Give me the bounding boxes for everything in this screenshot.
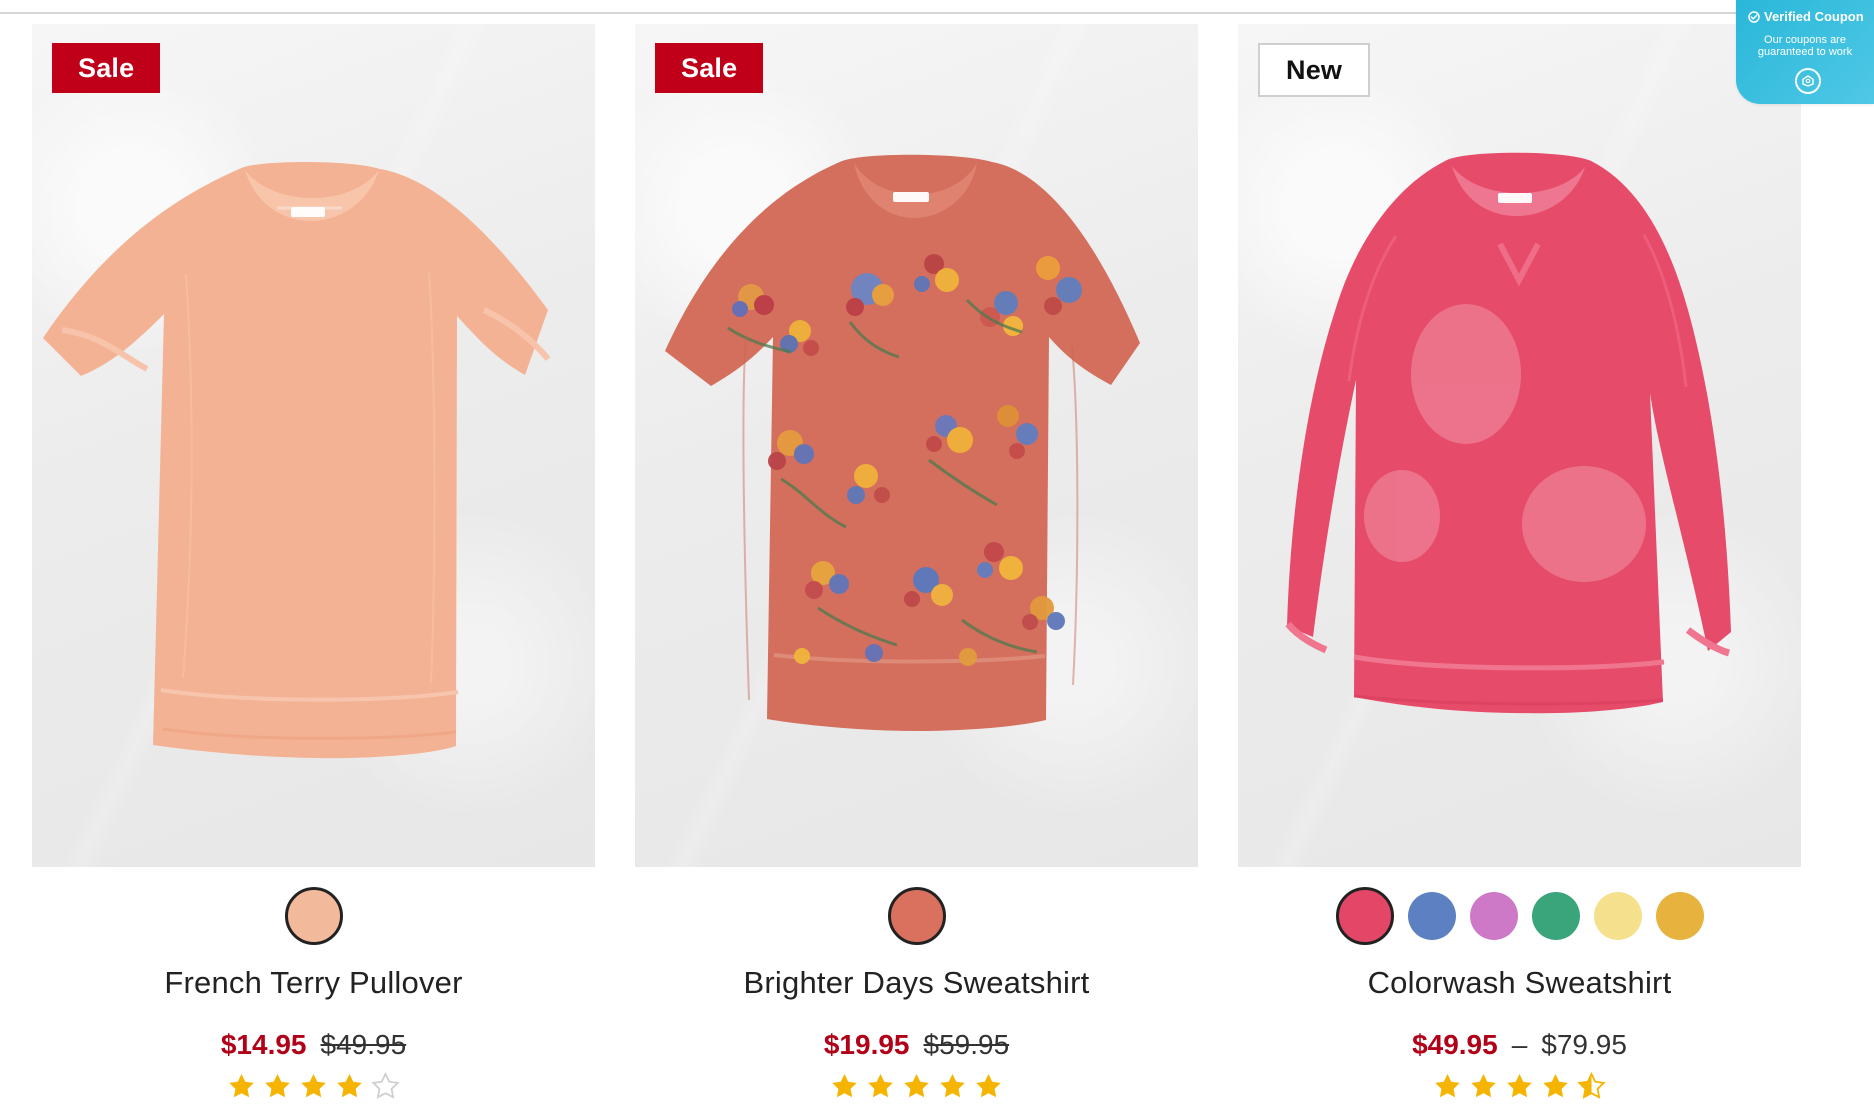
coupon-symbol-icon	[1802, 75, 1814, 87]
star-icon	[1471, 1073, 1496, 1098]
color-swatch-list	[1335, 875, 1704, 957]
color-swatch-list	[284, 875, 343, 957]
star-icon	[1507, 1073, 1532, 1098]
rating-stars	[829, 1071, 1004, 1102]
star-icon	[868, 1073, 893, 1098]
star-icon	[1435, 1073, 1460, 1098]
price-row: $14.95 $49.95	[221, 1029, 406, 1061]
star-icon	[229, 1073, 254, 1098]
color-swatch-blue[interactable]	[1407, 892, 1456, 940]
product-card[interactable]: Sale French Terry Pullover $14.95 $49.95	[32, 24, 595, 1102]
product-grid: Sale French Terry Pullover $14.95 $49.95	[32, 24, 1802, 1102]
color-swatch-list	[887, 875, 946, 957]
color-swatch-peach[interactable]	[284, 887, 343, 945]
star-outline-icon	[371, 1071, 400, 1099]
sale-badge: Sale	[655, 43, 764, 93]
color-swatch-coral-floral[interactable]	[887, 887, 946, 945]
sale-price: $14.95	[220, 1029, 307, 1060]
color-swatch-green[interactable]	[1531, 892, 1580, 940]
regular-price: $49.95	[320, 1029, 407, 1060]
regular-price: $59.95	[923, 1029, 1010, 1060]
verified-coupon-text: Our coupons are guaranteed to work	[1736, 34, 1874, 58]
verified-check-icon	[1748, 10, 1760, 23]
verified-coupon-title-row: Verified Coupon	[1748, 9, 1864, 24]
sale-badge: Sale	[52, 43, 161, 93]
product-image[interactable]: Sale	[635, 24, 1198, 867]
price-range-separator: –	[1511, 1029, 1528, 1060]
coupon-badge-icon	[1795, 68, 1821, 94]
rating-stars	[1432, 1071, 1607, 1102]
product-image[interactable]: Sale	[32, 24, 595, 867]
top-divider	[0, 12, 1874, 14]
pink-long-sleeve-sweatshirt-image	[1285, 152, 1731, 714]
product-name[interactable]: Colorwash Sweatshirt	[1368, 965, 1672, 1001]
star-icon	[832, 1073, 857, 1098]
half-star-icon	[1577, 1071, 1606, 1099]
star-icon	[904, 1073, 929, 1098]
sale-price: $19.95	[823, 1029, 910, 1060]
price-row: $49.95 – $79.95	[1412, 1029, 1627, 1061]
verified-coupon-text-line-1: Our coupons are	[1764, 34, 1846, 46]
product-name[interactable]: French Terry Pullover	[164, 965, 462, 1001]
verified-coupon-title: Verified Coupon	[1764, 9, 1864, 24]
star-icon	[976, 1073, 1001, 1098]
price-row: $19.95 $59.95	[824, 1029, 1009, 1061]
product-card[interactable]: New Colorwash Sweatshirt $49.95 – $79.95	[1238, 24, 1801, 1102]
product-name[interactable]: Brighter Days Sweatshirt	[744, 965, 1090, 1001]
new-badge: New	[1258, 43, 1371, 97]
star-icon	[301, 1073, 326, 1098]
max-price: $79.95	[1541, 1029, 1627, 1060]
color-swatch-gold[interactable]	[1655, 892, 1704, 940]
sale-price: $49.95	[1412, 1029, 1498, 1060]
verified-coupon-widget[interactable]: Verified Coupon Our coupons are guarante…	[1736, 0, 1874, 104]
floral-short-sleeve-top-image	[665, 154, 1140, 732]
verified-coupon-text-line-2: guaranteed to work	[1757, 46, 1853, 58]
color-swatch-orchid[interactable]	[1469, 892, 1518, 940]
star-icon	[1543, 1073, 1568, 1098]
product-image[interactable]: New	[1238, 24, 1801, 867]
orange-short-sleeve-top-image	[43, 161, 551, 759]
color-swatch-butter[interactable]	[1593, 892, 1642, 940]
product-card[interactable]: Sale Brighter Days Sweatshirt $19.95 $59…	[635, 24, 1198, 1102]
star-icon	[265, 1073, 290, 1098]
color-swatch-pink[interactable]	[1335, 887, 1394, 945]
rating-stars	[226, 1071, 401, 1102]
star-icon	[940, 1073, 965, 1098]
star-icon	[337, 1073, 362, 1098]
